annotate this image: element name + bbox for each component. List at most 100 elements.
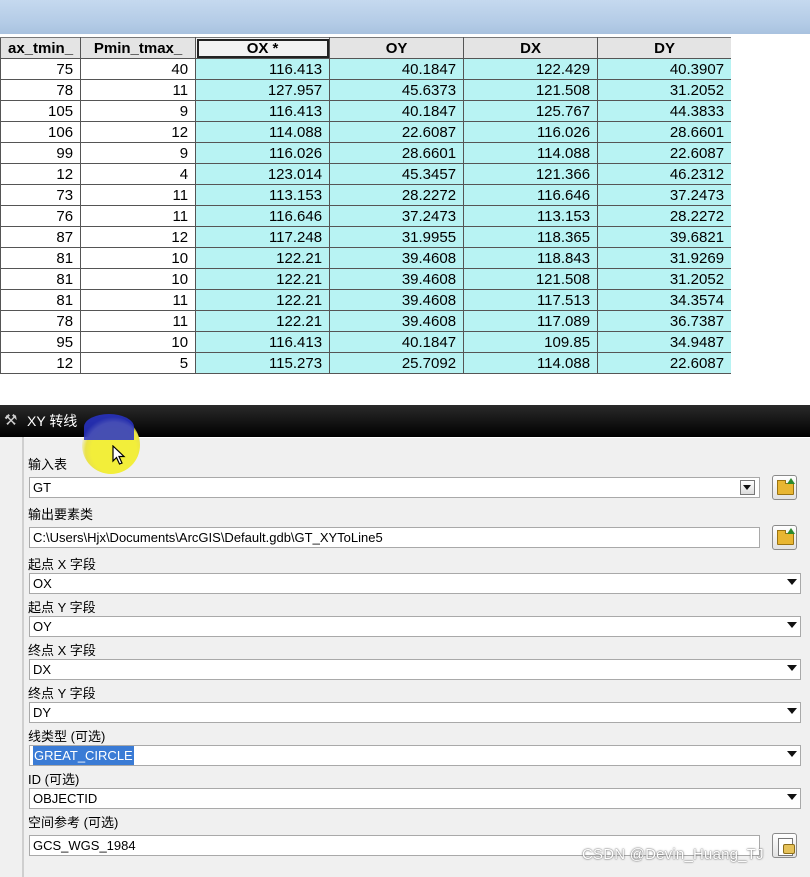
table-cell[interactable]: 31.9955 xyxy=(329,226,465,248)
table-cell[interactable]: 122.21 xyxy=(195,268,331,290)
table-row[interactable]: 87 12 117.248 31.9955 118.365 39.6821 xyxy=(0,226,733,248)
table-cell[interactable]: 10 xyxy=(80,247,197,269)
table-cell[interactable]: 11 xyxy=(80,310,197,332)
table-cell[interactable]: 76 xyxy=(0,205,82,227)
id-field-select[interactable]: OBJECTID xyxy=(29,788,801,809)
table-cell[interactable]: 109.85 xyxy=(463,331,599,353)
table-row[interactable]: 99 9 116.026 28.6601 114.088 22.6087 xyxy=(0,142,733,164)
table-cell[interactable]: 122.429 xyxy=(463,58,599,80)
table-cell[interactable]: 44.3833 xyxy=(597,100,733,122)
table-row[interactable]: 12 4 123.014 45.3457 121.366 46.2312 xyxy=(0,163,733,185)
table-cell[interactable]: 99 xyxy=(0,142,82,164)
table-cell[interactable]: 117.513 xyxy=(463,289,599,311)
table-row[interactable]: 75 40 116.413 40.1847 122.429 40.3907 xyxy=(0,58,733,80)
input-table-combobox[interactable]: GT xyxy=(29,477,760,498)
table-cell[interactable]: 116.026 xyxy=(195,142,331,164)
table-cell[interactable]: 117.089 xyxy=(463,310,599,332)
column-header-dx[interactable]: DX xyxy=(463,37,599,59)
table-cell[interactable]: 87 xyxy=(0,226,82,248)
table-cell[interactable]: 37.2473 xyxy=(329,205,465,227)
table-row[interactable]: 78 11 127.957 45.6373 121.508 31.2052 xyxy=(0,79,733,101)
table-row[interactable]: 81 10 122.21 39.4608 118.843 31.9269 xyxy=(0,247,733,269)
end-x-field-select[interactable]: DX xyxy=(29,659,801,680)
table-cell[interactable]: 113.153 xyxy=(463,205,599,227)
table-cell[interactable]: 5 xyxy=(80,352,197,374)
table-cell[interactable]: 115.273 xyxy=(195,352,331,374)
table-cell[interactable]: 11 xyxy=(80,79,197,101)
table-cell[interactable]: 28.2272 xyxy=(329,184,465,206)
table-cell[interactable]: 37.2473 xyxy=(597,184,733,206)
table-row[interactable]: 81 11 122.21 39.4608 117.513 34.3574 xyxy=(0,289,733,311)
table-cell[interactable]: 114.088 xyxy=(195,121,331,143)
table-cell[interactable]: 78 xyxy=(0,79,82,101)
table-cell[interactable]: 116.646 xyxy=(195,205,331,227)
table-cell[interactable]: 12 xyxy=(80,226,197,248)
table-cell[interactable]: 39.4608 xyxy=(329,268,465,290)
table-cell[interactable]: 40.1847 xyxy=(329,331,465,353)
table-cell[interactable]: 117.248 xyxy=(195,226,331,248)
end-y-field-select[interactable]: DY xyxy=(29,702,801,723)
chevron-down-icon[interactable] xyxy=(787,751,797,757)
table-cell[interactable]: 12 xyxy=(0,163,82,185)
table-cell[interactable]: 11 xyxy=(80,184,197,206)
table-cell[interactable]: 10 xyxy=(80,268,197,290)
table-cell[interactable]: 122.21 xyxy=(195,310,331,332)
table-cell[interactable]: 116.026 xyxy=(463,121,599,143)
table-cell[interactable]: 81 xyxy=(0,268,82,290)
chevron-down-icon[interactable] xyxy=(787,794,797,800)
column-header-oy[interactable]: OY xyxy=(329,37,465,59)
table-cell[interactable]: 28.6601 xyxy=(597,121,733,143)
table-cell[interactable]: 11 xyxy=(80,205,197,227)
table-row[interactable]: 12 5 115.273 25.7092 114.088 22.6087 xyxy=(0,352,733,374)
table-cell[interactable]: 75 xyxy=(0,58,82,80)
table-cell[interactable]: 116.413 xyxy=(195,331,331,353)
chevron-down-icon[interactable] xyxy=(787,622,797,628)
table-cell[interactable]: 116.413 xyxy=(195,58,331,80)
table-row[interactable]: 105 9 116.413 40.1847 125.767 44.3833 xyxy=(0,100,733,122)
chevron-down-icon[interactable] xyxy=(787,665,797,671)
table-row[interactable]: 73 11 113.153 28.2272 116.646 37.2473 xyxy=(0,184,733,206)
table-cell[interactable]: 9 xyxy=(80,142,197,164)
table-cell[interactable]: 22.6087 xyxy=(597,142,733,164)
table-cell[interactable]: 118.365 xyxy=(463,226,599,248)
table-cell[interactable]: 34.9487 xyxy=(597,331,733,353)
line-type-select[interactable]: GREAT_CIRCLE xyxy=(29,745,801,766)
table-cell[interactable]: 116.646 xyxy=(463,184,599,206)
table-row[interactable]: 76 11 116.646 37.2473 113.153 28.2272 xyxy=(0,205,733,227)
table-cell[interactable]: 22.6087 xyxy=(597,352,733,374)
start-x-field-select[interactable]: OX xyxy=(29,573,801,594)
table-cell[interactable]: 22.6087 xyxy=(329,121,465,143)
table-cell[interactable]: 9 xyxy=(80,100,197,122)
table-cell[interactable]: 114.088 xyxy=(463,352,599,374)
table-cell[interactable]: 31.9269 xyxy=(597,247,733,269)
table-cell[interactable]: 122.21 xyxy=(195,289,331,311)
table-cell[interactable]: 81 xyxy=(0,289,82,311)
table-cell[interactable]: 45.6373 xyxy=(329,79,465,101)
table-cell[interactable]: 46.2312 xyxy=(597,163,733,185)
table-cell[interactable]: 125.767 xyxy=(463,100,599,122)
table-cell[interactable]: 113.153 xyxy=(195,184,331,206)
table-cell[interactable]: 25.7092 xyxy=(329,352,465,374)
table-cell[interactable]: 36.7387 xyxy=(597,310,733,332)
chevron-down-icon[interactable] xyxy=(787,579,797,585)
table-cell[interactable]: 95 xyxy=(0,331,82,353)
table-cell[interactable]: 123.014 xyxy=(195,163,331,185)
table-cell[interactable]: 11 xyxy=(80,289,197,311)
column-header-dy[interactable]: DY xyxy=(597,37,733,59)
table-cell[interactable]: 10 xyxy=(80,331,197,353)
table-cell[interactable]: 40.3907 xyxy=(597,58,733,80)
column-header-ox[interactable]: OX * xyxy=(195,37,331,59)
table-cell[interactable]: 127.957 xyxy=(195,79,331,101)
table-cell[interactable]: 121.508 xyxy=(463,268,599,290)
spatial-reference-properties-button[interactable] xyxy=(772,833,797,858)
table-cell[interactable]: 34.3574 xyxy=(597,289,733,311)
start-y-field-select[interactable]: OY xyxy=(29,616,801,637)
table-cell[interactable]: 121.366 xyxy=(463,163,599,185)
table-cell[interactable]: 40.1847 xyxy=(329,100,465,122)
table-row[interactable]: 95 10 116.413 40.1847 109.85 34.9487 xyxy=(0,331,733,353)
table-cell[interactable]: 81 xyxy=(0,247,82,269)
table-cell[interactable]: 31.2052 xyxy=(597,268,733,290)
table-cell[interactable]: 31.2052 xyxy=(597,79,733,101)
table-cell[interactable]: 121.508 xyxy=(463,79,599,101)
table-cell[interactable]: 12 xyxy=(80,121,197,143)
